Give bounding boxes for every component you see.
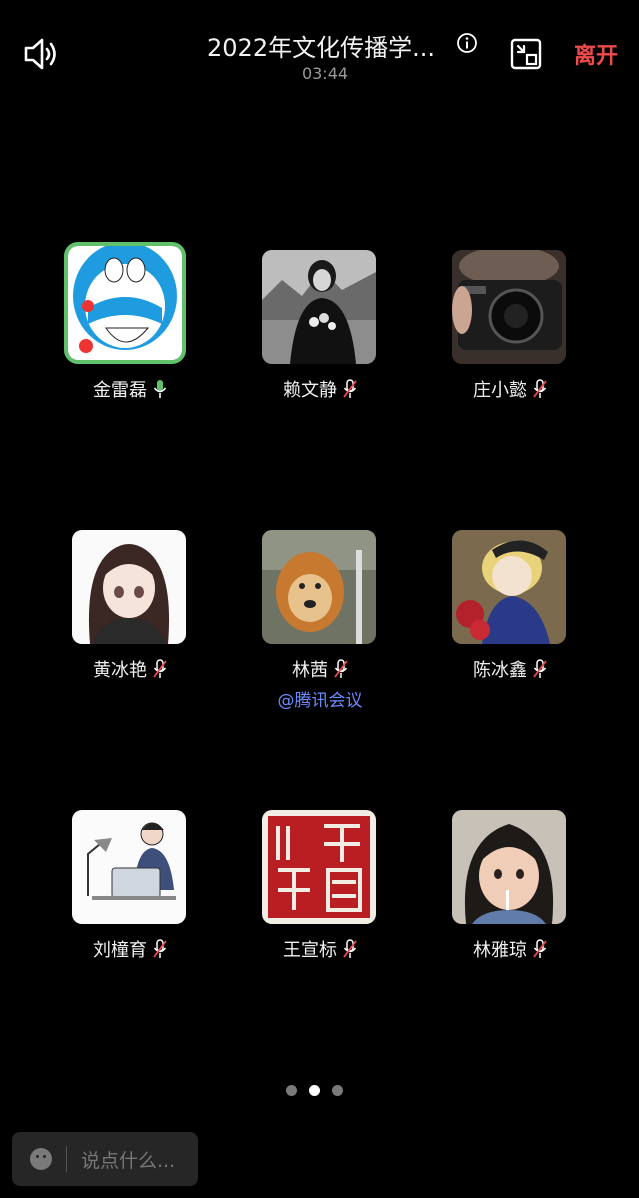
avatar (452, 530, 566, 644)
microphone-on-icon (153, 379, 167, 399)
microphone-muted-icon (343, 939, 357, 959)
page-indicator[interactable] (286, 1085, 356, 1097)
avatar (262, 530, 376, 644)
participant-name: 林雅琼 (473, 940, 527, 961)
participant-name: 刘橦育 (93, 940, 147, 961)
emoji-icon[interactable] (30, 1148, 52, 1170)
participant-name-row: 刘橦育 (50, 936, 210, 962)
participant-name-row: 赖文静 (240, 376, 400, 402)
avatar (262, 250, 376, 364)
participant-name-row: 王宣标 (240, 936, 400, 962)
microphone-muted-icon (533, 939, 547, 959)
participant-name: 赖文静 (283, 380, 337, 401)
participant-name-row: 林茜 (240, 656, 400, 682)
page-dot[interactable] (286, 1085, 297, 1096)
microphone-muted-icon (533, 659, 547, 679)
avatar-speaking (64, 242, 186, 364)
participant-name-row: 金雷磊 (50, 376, 210, 402)
participant-name-row: 陈冰鑫 (430, 656, 590, 682)
participant-name: 黄冰艳 (93, 660, 147, 681)
participant-name: 陈冰鑫 (473, 660, 527, 681)
participant-source-label: @腾讯会议 (277, 691, 363, 711)
page-dot-active[interactable] (309, 1085, 320, 1096)
participant-name: 金雷磊 (93, 380, 147, 401)
microphone-muted-icon (533, 379, 547, 399)
participant-name: 王宣标 (283, 940, 337, 961)
chat-input-bar[interactable]: 说点什么... (12, 1132, 198, 1186)
participant-name-row: 林雅琼 (430, 936, 590, 962)
participant-name: 林茜 (292, 660, 328, 681)
chat-divider (66, 1146, 67, 1172)
participant-grid: 金雷磊 赖文静 庄小懿 黄冰艳 林茜 @腾讯会议 陈冰鑫 刘橦育 王宣标 林雅琼 (0, 0, 639, 1198)
avatar (72, 530, 186, 644)
avatar (452, 250, 566, 364)
page-dot[interactable] (332, 1085, 343, 1096)
microphone-muted-icon (343, 379, 357, 399)
microphone-muted-icon (334, 659, 348, 679)
participant-name-row: 黄冰艳 (50, 656, 210, 682)
avatar (262, 810, 376, 924)
microphone-muted-icon (153, 659, 167, 679)
chat-input[interactable]: 说点什么... (81, 1146, 175, 1173)
avatar (72, 810, 186, 924)
participant-name: 庄小懿 (473, 380, 527, 401)
microphone-muted-icon (153, 939, 167, 959)
avatar (452, 810, 566, 924)
participant-name-row: 庄小懿 (430, 376, 590, 402)
